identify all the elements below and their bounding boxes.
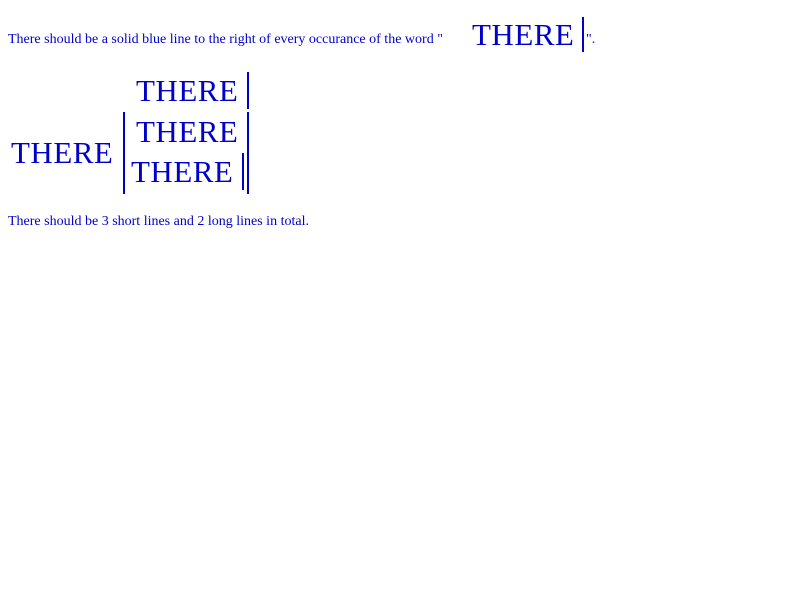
intro-suffix: ". — [586, 32, 596, 47]
intro-word: THERE — [472, 17, 575, 52]
footer-text: There should be 3 short lines and 2 long… — [8, 214, 309, 229]
bottom-word: THERE — [131, 154, 234, 189]
top-word-line — [247, 72, 249, 109]
middle-word: THERE — [136, 114, 239, 149]
intro-prefix: There should be a solid blue line to the… — [8, 32, 443, 47]
top-word: THERE — [136, 73, 239, 108]
intro-word-line — [582, 17, 584, 52]
left-word: THERE — [11, 135, 114, 170]
left-word-long-line — [123, 112, 125, 194]
right-long-line — [247, 112, 249, 194]
bottom-word-line — [242, 153, 244, 190]
